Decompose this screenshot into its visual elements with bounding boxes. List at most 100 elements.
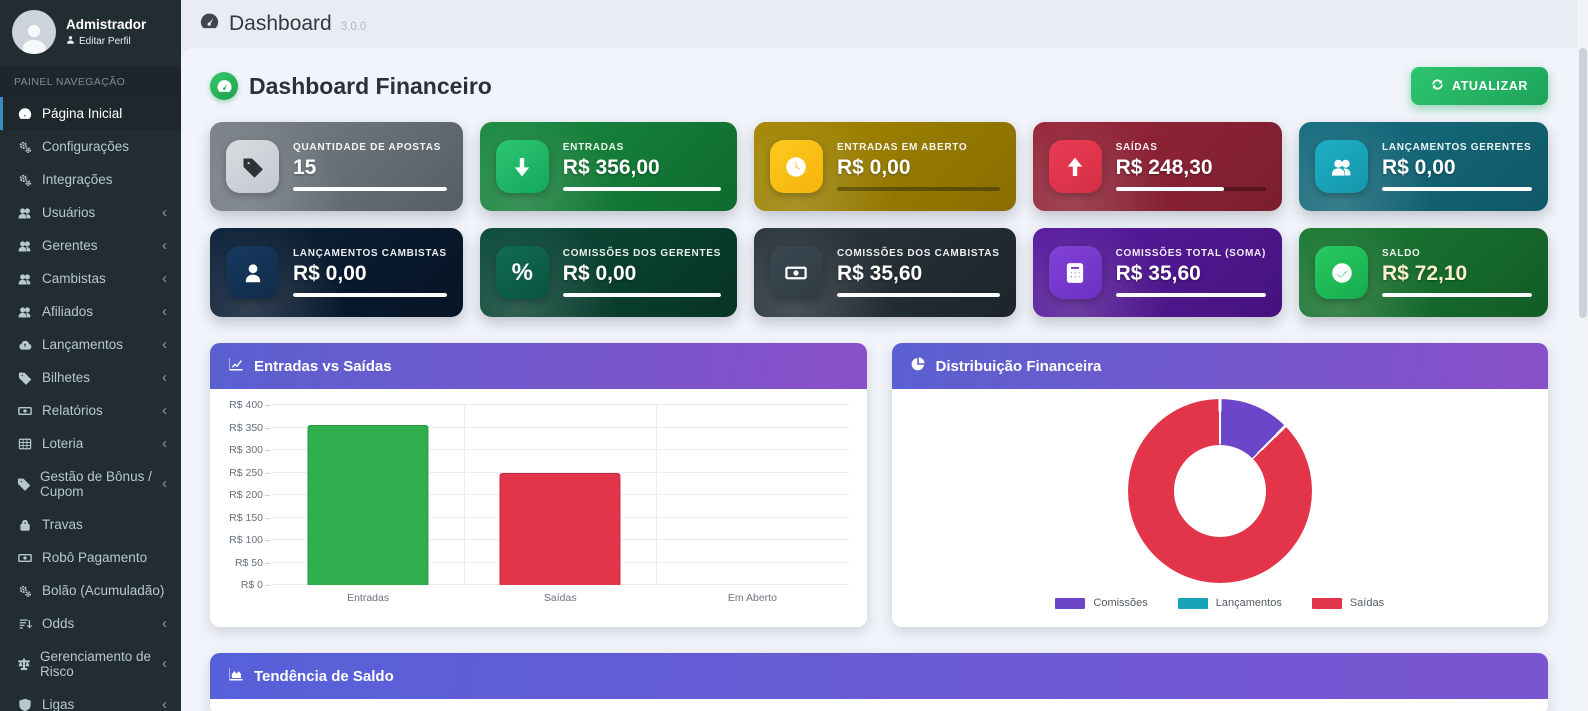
stat-card-progress bbox=[563, 187, 721, 191]
line-chart-icon bbox=[228, 356, 244, 376]
sidebar-item-ligas[interactable]: Ligas‹ bbox=[0, 688, 181, 711]
gauge-badge-icon bbox=[210, 72, 238, 100]
donut-legend: Comissões Lançamentos Saídas bbox=[1055, 597, 1384, 609]
sidebar-item-label: Loteria bbox=[42, 436, 83, 451]
chevron-left-icon: ‹ bbox=[162, 274, 167, 284]
stat-card-value: R$ 35,60 bbox=[837, 262, 1000, 286]
sidebar-item-cambistas[interactable]: Cambistas‹ bbox=[0, 262, 181, 295]
sidebar-item-travas[interactable]: Travas bbox=[0, 508, 181, 541]
sidebar-item-label: Bolão (Acumuladão) bbox=[42, 583, 164, 598]
stat-card-label: COMISSÕES TOTAL (SOMA) bbox=[1116, 248, 1266, 259]
donut-chart[interactable] bbox=[1128, 399, 1312, 583]
sidebar-item-gerentes[interactable]: Gerentes‹ bbox=[0, 229, 181, 262]
sidebar-item-label: Bilhetes bbox=[42, 370, 90, 385]
legend-item-lan-amentos[interactable]: Lançamentos bbox=[1178, 597, 1282, 609]
sidebar-item-bilhetes[interactable]: Bilhetes‹ bbox=[0, 361, 181, 394]
tag-icon bbox=[17, 371, 33, 385]
stat-card-value: R$ 0,00 bbox=[837, 156, 1000, 180]
sidebar-item-rob-pagamento[interactable]: Robô Pagamento bbox=[0, 541, 181, 574]
sidebar-item-lan-amentos[interactable]: Lançamentos‹ bbox=[0, 328, 181, 361]
clock-icon bbox=[770, 140, 823, 193]
arrow-up-icon bbox=[1049, 140, 1102, 193]
sidebar-item-label: Afiliados bbox=[42, 304, 93, 319]
sort-icon bbox=[17, 617, 33, 631]
stat-card-progress bbox=[1116, 293, 1266, 297]
scrollbar[interactable] bbox=[1577, 0, 1588, 711]
gears-icon bbox=[17, 140, 33, 154]
users-icon bbox=[17, 305, 33, 319]
edit-profile-link[interactable]: Editar Perfil bbox=[66, 35, 146, 47]
legend-item-sa-das[interactable]: Saídas bbox=[1312, 597, 1384, 609]
sidebar-item-label: Gestão de Bônus / Cupom bbox=[40, 469, 153, 499]
app-root: Admistrador Editar Perfil PAINEL NAVEGAÇ… bbox=[0, 0, 1588, 711]
trend-chart bbox=[210, 699, 1548, 711]
stat-card-sa-das: SAÍDASR$ 248,30 bbox=[1033, 122, 1282, 211]
sidebar-item-relat-rios[interactable]: Relatórios‹ bbox=[0, 394, 181, 427]
percent-icon: % bbox=[496, 246, 549, 299]
gears-icon bbox=[17, 584, 33, 598]
sidebar-item-gerenciamento-de-risco[interactable]: Gerenciamento de Risco‹ bbox=[0, 640, 181, 688]
sidebar-item-odds[interactable]: Odds‹ bbox=[0, 607, 181, 640]
refresh-button[interactable]: ATUALIZAR bbox=[1411, 67, 1548, 105]
sidebar-item-label: Página Inicial bbox=[42, 106, 122, 121]
sidebar-item-bol-o-acumulad-o[interactable]: Bolão (Acumuladão) bbox=[0, 574, 181, 607]
legend-label: Saídas bbox=[1350, 597, 1384, 609]
chevron-left-icon: ‹ bbox=[162, 479, 167, 489]
bar-panel-header: Entradas vs Saídas bbox=[210, 343, 867, 389]
stat-card-label: LANÇAMENTOS CAMBISTAS bbox=[293, 248, 447, 259]
stat-card-value: R$ 35,60 bbox=[1116, 262, 1266, 286]
stat-card-label: LANÇAMENTOS GERENTES bbox=[1382, 142, 1532, 153]
stat-card-value: R$ 72,10 bbox=[1382, 262, 1532, 286]
y-axis-tick: R$ 150 bbox=[229, 512, 272, 524]
stat-card-quantidade-de-apostas: QUANTIDADE DE APOSTAS15 bbox=[210, 122, 463, 211]
chevron-left-icon: ‹ bbox=[162, 340, 167, 350]
sidebar-item-label: Configurações bbox=[42, 139, 129, 154]
stat-card-value: R$ 0,00 bbox=[1382, 156, 1532, 180]
stat-cards: QUANTIDADE DE APOSTAS15ENTRADASR$ 356,00… bbox=[210, 122, 1548, 317]
y-axis-tick: R$ 200 bbox=[229, 489, 272, 501]
bar-sa-das[interactable] bbox=[500, 473, 621, 585]
sidebar-item-configura-es[interactable]: Configurações bbox=[0, 130, 181, 163]
stat-card-label: SAÍDAS bbox=[1116, 142, 1266, 153]
sidebar-item-p-gina-inicial[interactable]: Página Inicial bbox=[0, 97, 181, 130]
sidebar: Admistrador Editar Perfil PAINEL NAVEGAÇ… bbox=[0, 0, 181, 711]
donut-chart-panel: Distribuição Financeira ComissõesLançame… bbox=[892, 343, 1549, 627]
app-title: Dashboard bbox=[229, 12, 332, 36]
y-axis-tick: R$ 50 bbox=[235, 557, 272, 569]
sidebar-item-integra-es[interactable]: Integrações bbox=[0, 163, 181, 196]
stat-card-saldo: SALDOR$ 72,10 bbox=[1299, 228, 1548, 317]
refresh-button-label: ATUALIZAR bbox=[1452, 79, 1528, 93]
scrollbar-thumb[interactable] bbox=[1579, 48, 1587, 318]
sidebar-item-label: Gerenciamento de Risco bbox=[40, 649, 153, 679]
stat-card-progress bbox=[1382, 187, 1532, 191]
trend-panel: Tendência de Saldo bbox=[210, 653, 1548, 711]
y-axis-tick: R$ 0 bbox=[241, 579, 272, 591]
chevron-left-icon: ‹ bbox=[162, 439, 167, 449]
stat-card-progress bbox=[1116, 187, 1266, 191]
edit-profile-label: Editar Perfil bbox=[79, 36, 131, 47]
topbar: Dashboard 3.0.0 bbox=[181, 0, 1588, 48]
sidebar-item-gest-o-de-b-nus-cupom[interactable]: Gestão de Bônus / Cupom ‹ bbox=[0, 460, 181, 508]
sidebar-item-label: Robô Pagamento bbox=[42, 550, 147, 565]
legend-item-comiss-es[interactable]: Comissões bbox=[1055, 597, 1147, 609]
sidebar-item-label: Relatórios bbox=[42, 403, 103, 418]
stat-card-label: COMISSÕES DOS CAMBISTAS bbox=[837, 248, 1000, 259]
stat-card-lan-amentos-gerentes: LANÇAMENTOS GERENTES R$ 0,00 bbox=[1299, 122, 1548, 211]
sidebar-item-loteria[interactable]: Loteria ‹ bbox=[0, 427, 181, 460]
x-axis-label: Entradas bbox=[272, 592, 464, 604]
sidebar-item-usu-rios[interactable]: Usuários‹ bbox=[0, 196, 181, 229]
legend-swatch bbox=[1178, 598, 1208, 609]
bar-chart: R$ 0R$ 50R$ 100R$ 150R$ 200R$ 250R$ 300R… bbox=[210, 389, 867, 627]
money-icon bbox=[17, 551, 33, 565]
x-axis-label: Saídas bbox=[464, 592, 656, 604]
stat-card-progress bbox=[293, 187, 447, 191]
y-axis-tick: R$ 100 bbox=[229, 534, 272, 546]
bar-entradas[interactable] bbox=[308, 425, 429, 585]
shield-icon bbox=[17, 698, 33, 711]
tag-icon bbox=[17, 477, 31, 491]
sidebar-nav: Página Inicial Configurações Integrações Us… bbox=[0, 97, 181, 711]
sidebar-item-label: Integrações bbox=[42, 172, 113, 187]
sidebar-item-afiliados[interactable]: Afiliados‹ bbox=[0, 295, 181, 328]
y-axis-tick: R$ 300 bbox=[229, 444, 272, 456]
gears-icon bbox=[17, 173, 33, 187]
